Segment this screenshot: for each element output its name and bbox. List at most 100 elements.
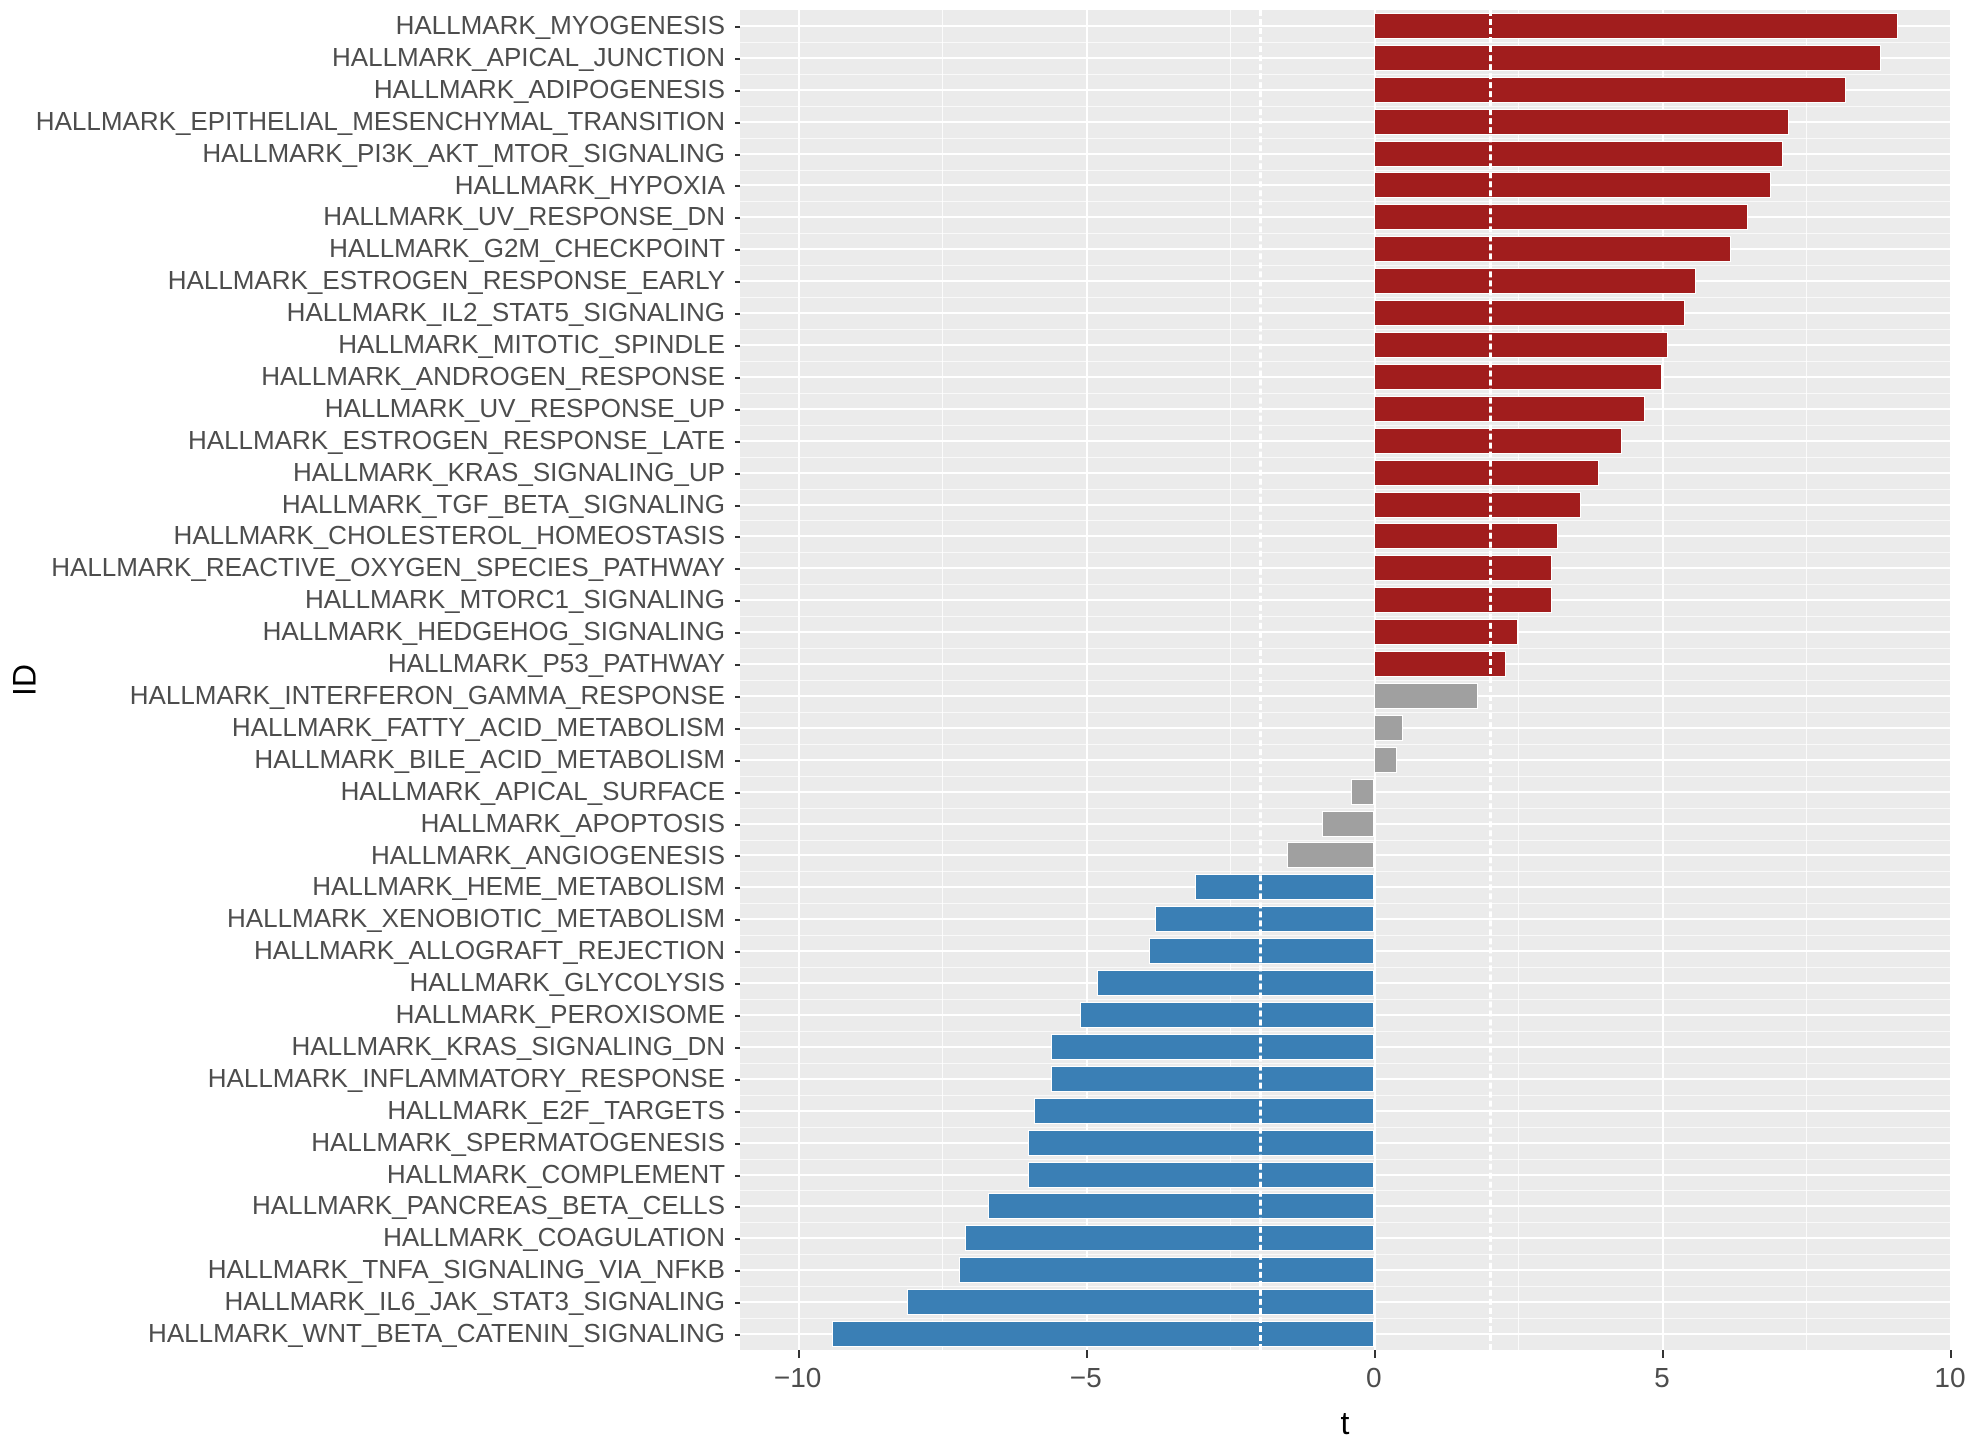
gridline-h-minor xyxy=(740,138,1950,139)
gridline-h-minor xyxy=(740,1159,1950,1160)
bar-row xyxy=(740,74,1950,106)
bar-row xyxy=(740,903,1950,935)
y-category-label: HALLMARK_COMPLEMENT xyxy=(387,1159,735,1191)
bar-row xyxy=(740,1031,1950,1063)
bar-row xyxy=(740,648,1950,680)
bar xyxy=(1374,109,1789,135)
bar xyxy=(988,1193,1374,1219)
bar-row xyxy=(740,520,1950,552)
bar-row xyxy=(740,1318,1950,1350)
y-category-label: HALLMARK_TNFA_SIGNALING_VIA_NFKB xyxy=(208,1254,735,1286)
bar xyxy=(1051,1066,1374,1092)
bar xyxy=(1374,204,1749,230)
y-category-label: HALLMARK_WNT_BETA_CATENIN_SIGNALING xyxy=(148,1318,735,1350)
gridline-h-minor xyxy=(740,1063,1950,1064)
gridline-h-minor xyxy=(740,967,1950,968)
y-category-label: HALLMARK_MTORC1_SIGNALING xyxy=(305,584,735,616)
bar-row xyxy=(740,1254,1950,1286)
bar xyxy=(1374,587,1553,613)
y-category-label: HALLMARK_INFLAMMATORY_RESPONSE xyxy=(208,1063,735,1095)
bar xyxy=(1374,172,1772,198)
bar-row xyxy=(740,1286,1950,1318)
y-category-label: HALLMARK_ESTROGEN_RESPONSE_EARLY xyxy=(168,265,735,297)
gridline-h-minor xyxy=(740,1286,1950,1287)
y-category-label: HALLMARK_REACTIVE_OXYGEN_SPECIES_PATHWAY xyxy=(51,552,735,584)
bar-row xyxy=(740,999,1950,1031)
bar-row xyxy=(740,393,1950,425)
gridline-h xyxy=(740,280,1950,282)
gridline-h-minor xyxy=(740,776,1950,777)
gridline-h-minor xyxy=(740,233,1950,234)
bar xyxy=(1322,811,1374,837)
bar-row xyxy=(740,680,1950,712)
y-category-label: HALLMARK_APICAL_JUNCTION xyxy=(332,42,735,74)
gridline-h-minor xyxy=(740,297,1950,298)
y-category-label: HALLMARK_UV_RESPONSE_UP xyxy=(325,393,735,425)
bar xyxy=(1374,555,1553,581)
y-category-label: HALLMARK_PI3K_AKT_MTOR_SIGNALING xyxy=(202,138,735,170)
bar-row xyxy=(740,1095,1950,1127)
y-category-label: HALLMARK_APOPTOSIS xyxy=(421,808,735,840)
bar xyxy=(1034,1098,1374,1124)
gridline-h xyxy=(740,759,1950,761)
x-axis-title: t xyxy=(740,1405,1950,1442)
gridline-h xyxy=(740,408,1950,410)
bar-chart: ID HALLMARK_MYOGENESISHALLMARK_APICAL_JU… xyxy=(0,0,1965,1450)
bar-row xyxy=(740,871,1950,903)
gridline-h-minor xyxy=(740,744,1950,745)
gridline-h-minor xyxy=(740,1318,1950,1319)
bar-row xyxy=(740,616,1950,648)
gridline-h-minor xyxy=(740,520,1950,521)
bar xyxy=(1374,523,1558,549)
bar-row xyxy=(740,1127,1950,1159)
gridline-h xyxy=(740,344,1950,346)
bar-row xyxy=(740,42,1950,74)
gridline-h xyxy=(740,663,1950,665)
y-category-label: HALLMARK_P53_PATHWAY xyxy=(388,648,735,680)
bar xyxy=(1374,268,1697,294)
bar xyxy=(1374,300,1685,326)
gridline-h-minor xyxy=(740,1031,1950,1032)
gridline-h-minor xyxy=(740,616,1950,617)
gridline-h-minor xyxy=(740,170,1950,171)
y-category-label: HALLMARK_ALLOGRAFT_REJECTION xyxy=(254,935,735,967)
gridline-h-minor xyxy=(740,680,1950,681)
gridline-h-minor xyxy=(740,935,1950,936)
bar-row xyxy=(740,776,1950,808)
gridline-h xyxy=(740,440,1950,442)
bar-row xyxy=(740,967,1950,999)
bar xyxy=(1374,460,1599,486)
gridline-h-minor xyxy=(740,712,1950,713)
bar-row xyxy=(740,138,1950,170)
gridline-h-minor xyxy=(740,808,1950,809)
bar-row xyxy=(740,935,1950,967)
bar-row xyxy=(740,265,1950,297)
gridline-h xyxy=(740,216,1950,218)
gridline-h xyxy=(740,567,1950,569)
y-category-label: HALLMARK_BILE_ACID_METABOLISM xyxy=(254,744,735,776)
x-tick-label: 0 xyxy=(1366,1362,1382,1394)
bar-row xyxy=(740,201,1950,233)
bar xyxy=(965,1225,1374,1251)
gridline-h-minor xyxy=(740,457,1950,458)
y-category-label: HALLMARK_E2F_TARGETS xyxy=(387,1095,735,1127)
y-axis: HALLMARK_MYOGENESISHALLMARK_APICAL_JUNCT… xyxy=(0,10,735,1350)
y-category-label: HALLMARK_EPITHELIAL_MESENCHYMAL_TRANSITI… xyxy=(36,106,735,138)
bar-row xyxy=(740,584,1950,616)
gridline-h-minor xyxy=(740,425,1950,426)
y-category-label: HALLMARK_IL6_JAK_STAT3_SIGNALING xyxy=(225,1286,735,1318)
gridline-h-minor xyxy=(740,999,1950,1000)
bar xyxy=(1080,1002,1374,1028)
y-category-label: HALLMARK_CHOLESTEROL_HOMEOSTASIS xyxy=(174,520,735,552)
y-category-label: HALLMARK_PEROXISOME xyxy=(396,999,735,1031)
gridline-h xyxy=(740,791,1950,793)
bar xyxy=(1374,364,1662,390)
gridline-h xyxy=(740,472,1950,474)
y-category-label: HALLMARK_IL2_STAT5_SIGNALING xyxy=(287,297,735,329)
x-tick-label: 10 xyxy=(1934,1362,1965,1394)
bar-row xyxy=(740,1159,1950,1191)
bar xyxy=(1374,13,1898,39)
y-category-label: HALLMARK_XENOBIOTIC_METABOLISM xyxy=(227,903,735,935)
gridline-h-minor xyxy=(740,201,1950,202)
x-tick xyxy=(1662,1350,1664,1358)
